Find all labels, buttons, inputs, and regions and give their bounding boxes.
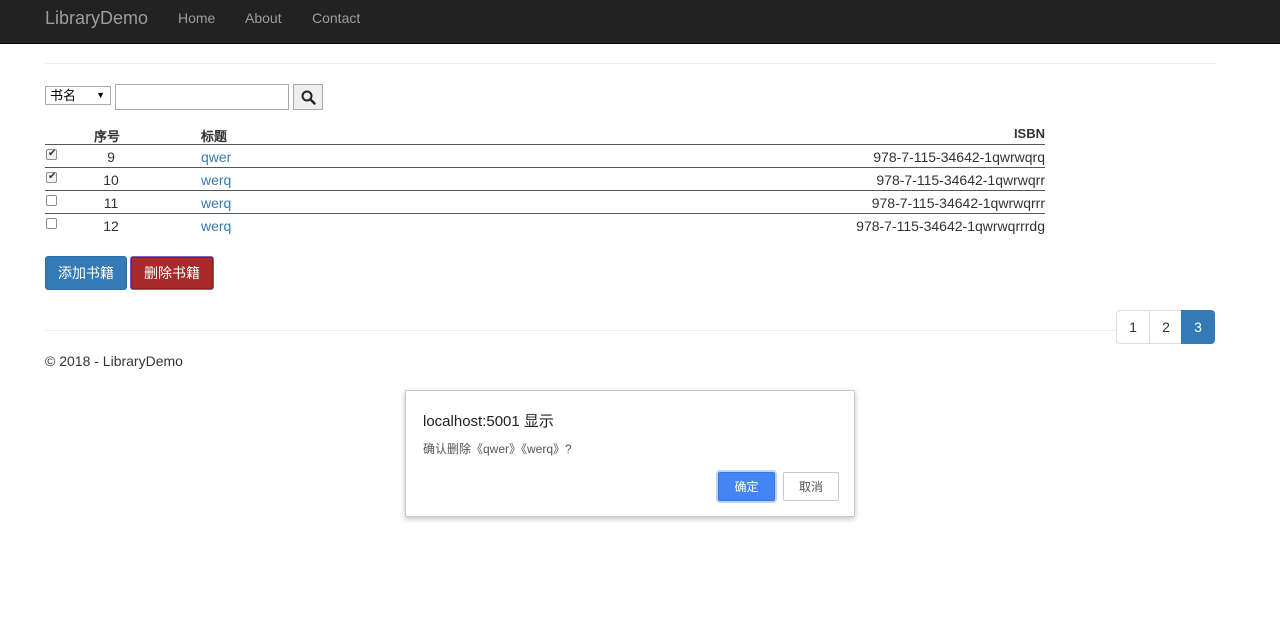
row-checkbox[interactable]: ✔ xyxy=(46,171,57,183)
header-isbn: ISBN xyxy=(1013,126,1045,141)
dialog-title: localhost:5001 显示 xyxy=(423,413,554,430)
confirm-dialog: localhost:5001 显示 确认删除《qwer》《werq》? 确定 取… xyxy=(405,390,855,517)
table-row: 11 werq 978-7-115-34642-1qwrwqrrr xyxy=(45,191,1045,214)
dialog-message: 确认删除《qwer》《werq》? xyxy=(423,442,572,456)
footer-text: © 2018 - LibraryDemo xyxy=(45,353,183,369)
check-icon: ✔ xyxy=(48,148,57,159)
row-isbn: 978-7-115-34642-1qwrwqrq xyxy=(873,149,1045,165)
row-number: 12 xyxy=(103,218,119,234)
delete-book-button[interactable]: 删除书籍 xyxy=(130,256,214,290)
search-field-select[interactable]: 书名 ▼ xyxy=(45,86,111,105)
page-3-link[interactable]: 3 xyxy=(1181,310,1215,344)
row-number: 10 xyxy=(103,172,119,188)
row-isbn: 978-7-115-34642-1qwrwqrr xyxy=(876,172,1045,188)
table-row: 12 werq 978-7-115-34642-1qwrwqrrrdg xyxy=(45,214,1045,237)
row-title-link[interactable]: werq xyxy=(201,218,231,234)
brand-link[interactable]: LibraryDemo xyxy=(45,0,148,44)
nav-home-link[interactable]: Home xyxy=(178,0,215,44)
book-table: 序号 标题 ISBN ✔ 9 qwer 978-7-115-34642-1qwr… xyxy=(45,122,1045,237)
row-title-link[interactable]: werq xyxy=(201,172,231,188)
row-title-link[interactable]: qwer xyxy=(201,149,231,165)
header-number: 序号 xyxy=(94,129,121,144)
table-header: 序号 标题 ISBN xyxy=(45,122,1045,145)
top-divider xyxy=(45,63,1215,64)
table-row: ✔ 10 werq 978-7-115-34642-1qwrwqrr xyxy=(45,168,1045,191)
dialog-ok-button[interactable]: 确定 xyxy=(718,472,775,501)
header-title: 标题 xyxy=(201,129,228,144)
search-input[interactable] xyxy=(115,84,289,110)
row-checkbox[interactable] xyxy=(46,218,57,229)
row-title-link[interactable]: werq xyxy=(201,195,231,211)
add-book-button[interactable]: 添加书籍 xyxy=(45,256,127,290)
row-checkbox[interactable]: ✔ xyxy=(46,148,57,160)
check-icon: ✔ xyxy=(48,171,57,182)
search-field-select-value: 书名 xyxy=(50,88,77,103)
table-row: ✔ 9 qwer 978-7-115-34642-1qwrwqrq xyxy=(45,145,1045,168)
page-1-link[interactable]: 1 xyxy=(1116,310,1150,344)
search-icon xyxy=(301,90,316,105)
row-checkbox[interactable] xyxy=(46,195,57,206)
row-number: 11 xyxy=(103,195,119,211)
nav-about-link[interactable]: About xyxy=(245,0,282,44)
navbar: LibraryDemo Home About Contact xyxy=(0,0,1280,44)
row-number: 9 xyxy=(107,149,115,165)
nav-contact-link[interactable]: Contact xyxy=(312,0,360,44)
page-2-link[interactable]: 2 xyxy=(1149,310,1183,344)
search-button[interactable] xyxy=(293,84,323,110)
row-isbn: 978-7-115-34642-1qwrwqrrr xyxy=(871,195,1045,211)
bottom-divider xyxy=(45,330,1116,331)
row-isbn: 978-7-115-34642-1qwrwqrrrdg xyxy=(856,218,1045,234)
dialog-cancel-button[interactable]: 取消 xyxy=(783,472,839,501)
dropdown-arrow-icon: ▼ xyxy=(96,90,105,100)
